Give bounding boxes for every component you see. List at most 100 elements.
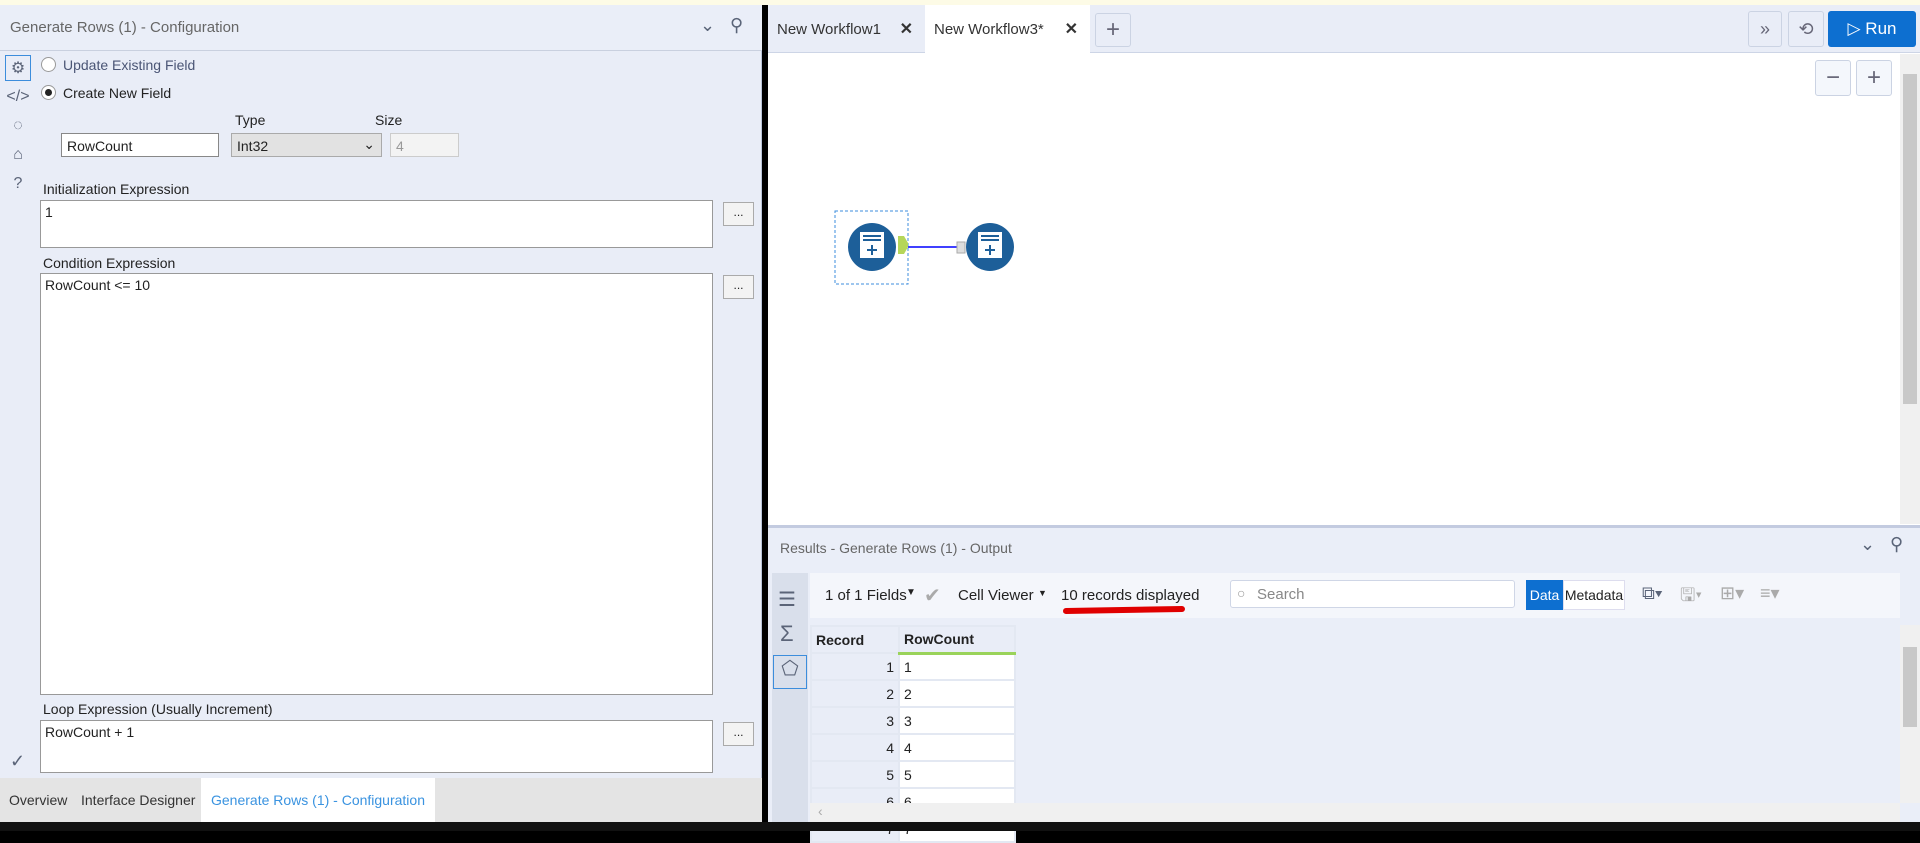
play-icon: ▷ xyxy=(1847,19,1866,38)
config-icon-strip: ⚙ </> ◌ ⌂ ? xyxy=(5,55,35,200)
rowcount-cell[interactable]: 3 xyxy=(898,706,1016,735)
data-tab-button[interactable]: Data xyxy=(1526,580,1563,610)
help-icon[interactable]: ? xyxy=(5,171,31,197)
sigma-icon[interactable]: Σ xyxy=(780,621,794,647)
horizontal-scrollbar[interactable]: ‹ xyxy=(810,803,1900,823)
init-expression-builder-button[interactable]: ... xyxy=(723,202,754,226)
record-cell: 3 xyxy=(810,706,900,735)
rowcount-cell[interactable]: 1 xyxy=(898,652,1016,681)
tab-new-workflow3[interactable]: New Workflow3* ✕ xyxy=(925,5,1090,54)
connection-icon[interactable]: ◌ xyxy=(5,113,31,139)
bottom-tabs: Overview Interface Designer Generate Row… xyxy=(0,778,762,822)
tab-overview[interactable]: Overview xyxy=(9,792,67,808)
tag-icon[interactable]: ⌂ xyxy=(5,142,31,168)
caret-down-icon[interactable]: ▼ xyxy=(1038,588,1047,598)
check-circle-icon: ✓ xyxy=(10,751,26,771)
type-label: Type xyxy=(235,112,266,128)
close-icon[interactable]: ✕ xyxy=(900,19,913,39)
gear-icon[interactable]: ⚙ xyxy=(5,55,31,81)
condition-expression-builder-button[interactable]: ... xyxy=(723,275,754,299)
bottom-bar xyxy=(0,822,1920,831)
init-expression-label: Initialization Expression xyxy=(43,181,190,197)
zoom-out-button[interactable]: − xyxy=(1815,60,1851,96)
table-row[interactable]: 44 xyxy=(810,733,1016,762)
canvas-scrollbar[interactable] xyxy=(1900,54,1920,524)
generate-rows-tool-1[interactable] xyxy=(848,223,908,271)
check-icon[interactable]: ✔ xyxy=(924,583,941,608)
fields-dropdown[interactable]: 1 of 1 Fields xyxy=(825,587,907,604)
results-title: Results - Generate Rows (1) - Output xyxy=(780,540,1012,556)
init-expression-input[interactable]: 1 xyxy=(40,200,713,248)
save-icon[interactable]: 🖫▾ xyxy=(1680,583,1702,613)
search-input[interactable]: ○ Search xyxy=(1230,580,1515,608)
radio-update-label: Update Existing Field xyxy=(63,57,196,73)
radio-create-label: Create New Field xyxy=(63,85,172,101)
results-vertical-scrollbar[interactable] xyxy=(1900,625,1920,803)
menu-icon[interactable]: ≡▾ xyxy=(1760,583,1780,604)
configuration-panel: Generate Rows (1) - Configuration ⌄ ⚲ ⚙ … xyxy=(0,5,762,822)
size-label: Size xyxy=(375,112,403,128)
radio-update-existing[interactable] xyxy=(41,57,56,72)
table-row[interactable]: 22 xyxy=(810,679,1016,708)
results-panel: Results - Generate Rows (1) - Output ⌄ ⚲… xyxy=(768,525,1920,843)
config-title: Generate Rows (1) - Configuration xyxy=(10,19,240,36)
workflow-canvas-tools xyxy=(834,210,1014,285)
tab-configuration[interactable]: Generate Rows (1) - Configuration xyxy=(201,778,435,822)
rowcount-cell[interactable]: 4 xyxy=(898,733,1016,762)
record-cell: 5 xyxy=(810,760,900,789)
chevron-down-icon[interactable]: ⌄ xyxy=(1860,534,1875,555)
pin-icon[interactable]: ⚲ xyxy=(730,15,743,36)
record-cell: 1 xyxy=(810,652,900,681)
search-placeholder: Search xyxy=(1257,586,1305,603)
tab-interface-designer[interactable]: Interface Designer xyxy=(81,792,195,808)
size-input[interactable]: 4 xyxy=(390,133,459,157)
column-header-rowcount[interactable]: RowCount xyxy=(898,625,1016,655)
run-button[interactable]: ▷ Run xyxy=(1828,11,1916,47)
condition-expression-input[interactable]: RowCount <= 10 xyxy=(40,273,713,695)
table-icon[interactable]: ☰ xyxy=(778,587,796,612)
chevron-down-icon[interactable]: ⌄ xyxy=(700,15,715,36)
type-value: Int32 xyxy=(237,138,269,154)
table-row[interactable]: 55 xyxy=(810,760,1016,789)
generate-rows-tool-2[interactable] xyxy=(956,223,1014,271)
table-row[interactable]: 11 xyxy=(810,652,1016,681)
cell-viewer-dropdown[interactable]: Cell Viewer xyxy=(958,587,1034,604)
type-select[interactable]: Int32 ⌄ xyxy=(231,133,382,157)
close-icon[interactable]: ✕ xyxy=(1065,19,1078,39)
tab-label: New Workflow3* xyxy=(934,21,1044,38)
config-header: Generate Rows (1) - Configuration ⌄ ⚲ xyxy=(0,5,762,51)
loop-expression-input[interactable]: RowCount + 1 xyxy=(40,720,713,773)
loop-expression-label: Loop Expression (Usually Increment) xyxy=(43,701,273,717)
scrollbar-thumb[interactable] xyxy=(1903,647,1917,727)
scrollbar-thumb[interactable] xyxy=(1903,74,1917,404)
copy-icon[interactable]: ⧉▾ xyxy=(1642,583,1662,604)
records-count: 10 records displayed xyxy=(1061,587,1200,604)
results-toolbar: 1 of 1 Fields ▼ ✔ Cell Viewer ▼ 10 recor… xyxy=(810,573,1900,618)
caret-down-icon[interactable]: ▼ xyxy=(906,587,916,598)
code-icon[interactable]: </> xyxy=(5,84,31,110)
radio-create-new[interactable] xyxy=(41,85,56,100)
rowcount-cell[interactable]: 2 xyxy=(898,679,1016,708)
record-cell: 4 xyxy=(810,733,900,762)
field-name-input[interactable]: RowCount xyxy=(61,133,219,157)
red-annotation-underline xyxy=(1062,605,1186,615)
tag-shape-icon[interactable]: ⬠ xyxy=(773,655,807,689)
tab-label: New Workflow1 xyxy=(777,21,881,38)
record-cell: 2 xyxy=(810,679,900,708)
rowcount-cell[interactable]: 5 xyxy=(898,760,1016,789)
workflow-area: New Workflow1 ✕ New Workflow3* ✕ + » ⟲ ▷ R… xyxy=(768,5,1920,843)
column-header-record[interactable]: Record xyxy=(810,625,900,654)
expand-button[interactable]: » xyxy=(1748,11,1782,47)
history-icon[interactable]: ⟲ xyxy=(1788,11,1824,47)
metadata-tab-button[interactable]: Metadata xyxy=(1563,580,1625,610)
table-row[interactable]: 33 xyxy=(810,706,1016,735)
search-icon: ○ xyxy=(1237,585,1246,601)
tab-new-workflow1[interactable]: New Workflow1 ✕ xyxy=(768,5,925,53)
pin-icon[interactable]: ⚲ xyxy=(1890,534,1903,555)
run-label: Run xyxy=(1865,19,1897,38)
loop-expression-builder-button[interactable]: ... xyxy=(723,722,754,746)
new-tab-button[interactable]: + xyxy=(1095,13,1131,47)
zoom-in-button[interactable]: + xyxy=(1856,60,1892,96)
chevron-down-icon: ⌄ xyxy=(363,136,375,152)
add-column-icon[interactable]: ⊞▾ xyxy=(1720,583,1744,604)
